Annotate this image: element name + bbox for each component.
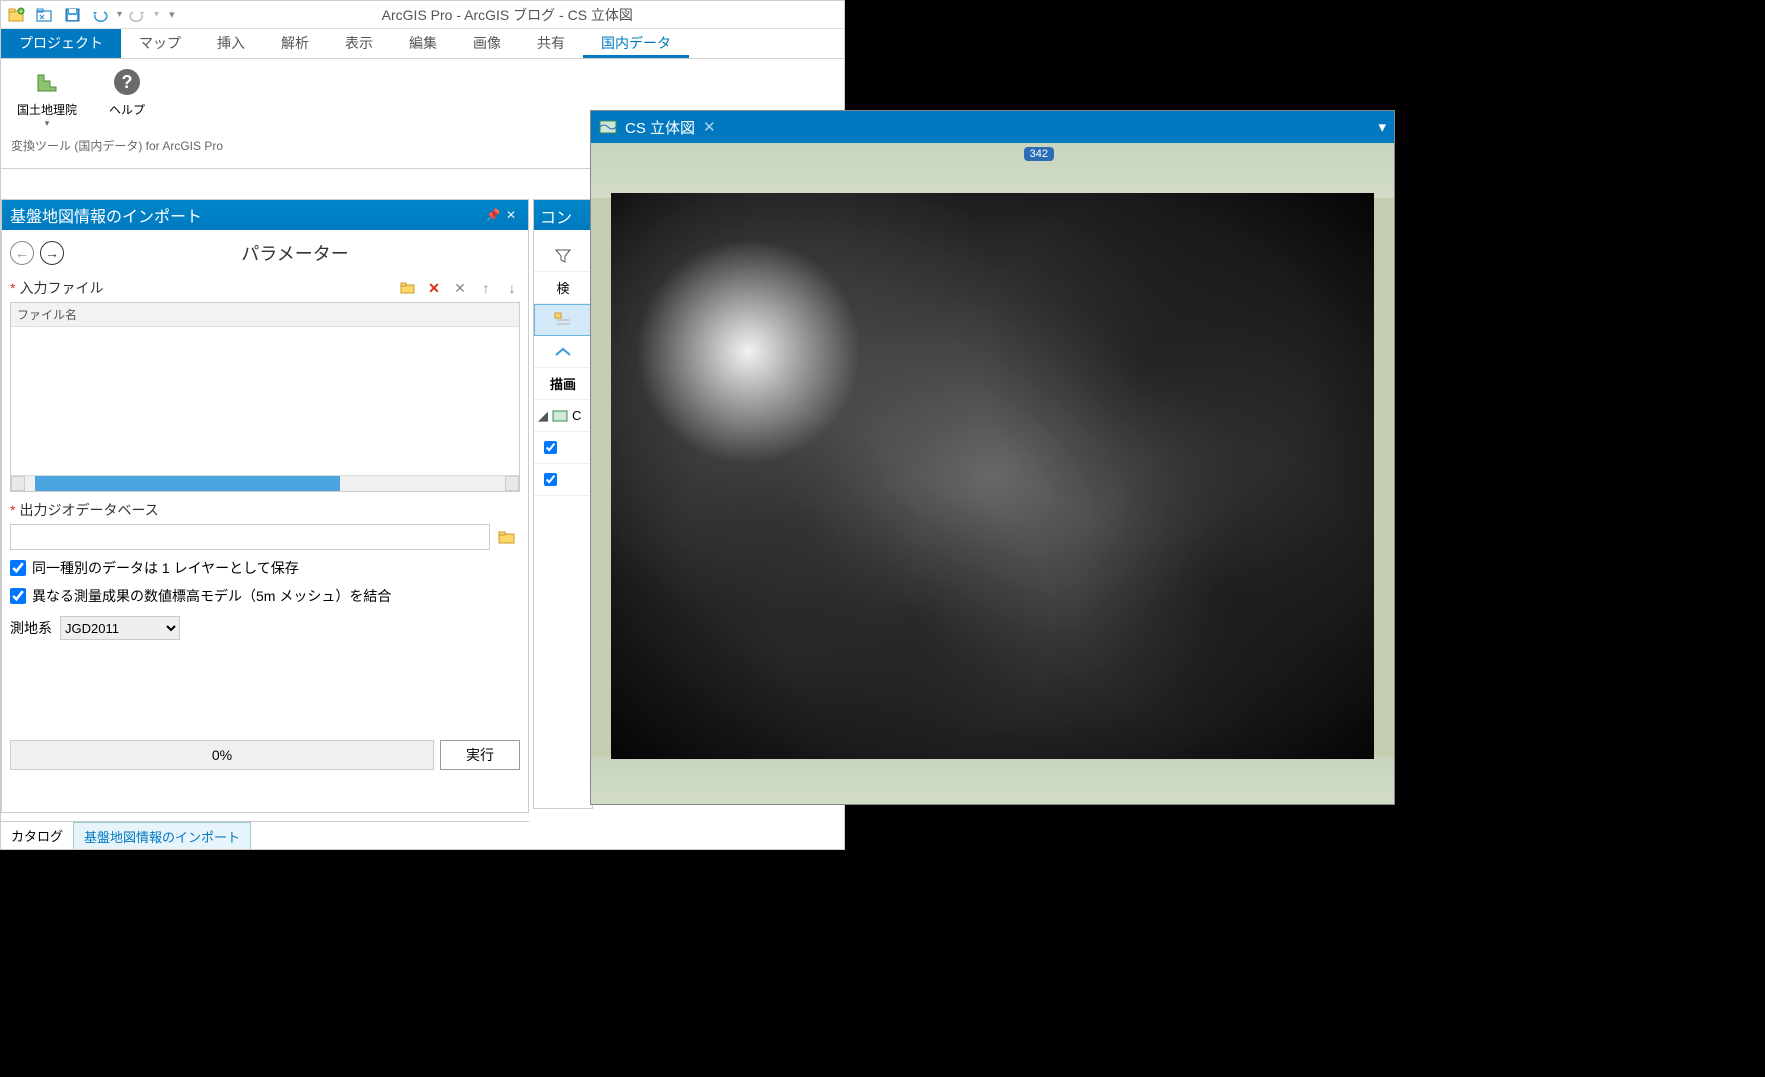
progress-bar: 0%	[10, 740, 434, 770]
input-file-list[interactable]: ファイル名	[10, 302, 520, 492]
output-gdb-label: 出力ジオデータベース	[19, 500, 158, 520]
scroll-right-icon[interactable]	[505, 476, 519, 491]
run-button[interactable]: 実行	[440, 740, 520, 770]
map-tab-close-icon[interactable]: ✕	[703, 118, 716, 136]
tool-panel-header: 基盤地図情報のインポート 📌 ✕	[2, 200, 528, 230]
clear-icon[interactable]: ✕	[452, 280, 468, 296]
required-marker: *	[10, 502, 15, 518]
contents-panel: コン 検 描画 ◢ C	[533, 199, 593, 809]
ribbon-tab-strip: プロジェクト マップ 挿入 解析 表示 編集 画像 共有 国内データ	[1, 29, 844, 59]
chk-merge-dem[interactable]	[10, 588, 26, 604]
gsi-button[interactable]: 国土地理院 ▾	[11, 63, 83, 131]
contents-panel-title: コン	[534, 200, 592, 230]
layer-group-row[interactable]: ◢ C	[534, 400, 592, 432]
map-view-window: CS 立体図 ✕ ▾ 342	[590, 110, 1395, 805]
redo-dropdown-icon[interactable]: ▾	[154, 9, 159, 20]
close-icon[interactable]: ✕	[502, 208, 520, 222]
help-icon: ?	[110, 65, 144, 99]
remove-icon[interactable]: ✕	[426, 280, 442, 296]
scroll-left-icon[interactable]	[11, 476, 25, 491]
tab-view[interactable]: 表示	[327, 29, 391, 58]
datum-label: 測地系	[10, 618, 52, 638]
window-title: ArcGIS Pro - ArcGIS ブログ - CS 立体図	[175, 5, 840, 25]
route-badge: 342	[1024, 147, 1054, 161]
help-button[interactable]: ? ヘルプ	[103, 63, 151, 120]
map-icon	[599, 119, 617, 135]
titlebar: + ▾ ▾ ▾ ArcGIS Pro - ArcGIS ブログ - CS 立体図	[1, 1, 844, 29]
parameters-heading: パラメーター	[70, 240, 520, 266]
tab-tool[interactable]: 基盤地図情報のインポート	[73, 822, 251, 849]
map-tab-strip: CS 立体図 ✕ ▾	[591, 111, 1394, 143]
filter-icon[interactable]	[534, 240, 592, 272]
help-label: ヘルプ	[109, 101, 145, 118]
collapse-icon[interactable]	[534, 336, 592, 368]
tab-insert[interactable]: 挿入	[199, 29, 263, 58]
tab-project[interactable]: プロジェクト	[1, 29, 121, 58]
datum-select[interactable]: JGD2011	[60, 616, 180, 640]
chevron-down-icon: ▾	[45, 118, 50, 129]
new-project-icon[interactable]: +	[5, 4, 29, 26]
quick-access-toolbar: + ▾ ▾ ▾	[5, 4, 175, 26]
tab-edit[interactable]: 編集	[391, 29, 455, 58]
chk-same-kind[interactable]	[10, 560, 26, 576]
search-text[interactable]: 検	[534, 272, 592, 304]
redo-icon[interactable]	[126, 4, 150, 26]
layer-group-label: C	[572, 408, 581, 423]
tool-panel: 基盤地図情報のインポート 📌 ✕ ← → パラメーター * 入力ファイル ✕ ✕…	[1, 199, 529, 813]
tab-domestic-data[interactable]: 国内データ	[583, 29, 689, 58]
move-up-icon[interactable]: ↑	[478, 280, 494, 296]
required-marker: *	[10, 280, 15, 296]
map-tab-title[interactable]: CS 立体図	[625, 117, 695, 138]
tab-analysis[interactable]: 解析	[263, 29, 327, 58]
undo-dropdown-icon[interactable]: ▾	[117, 9, 122, 20]
save-project-icon[interactable]	[61, 4, 85, 26]
open-project-icon[interactable]	[33, 4, 57, 26]
tab-catalog[interactable]: カタログ	[1, 822, 73, 849]
gsi-label: 国土地理院	[17, 101, 77, 118]
layer-checkbox-2[interactable]	[534, 464, 592, 496]
undo-icon[interactable]	[89, 4, 113, 26]
back-button[interactable]: ←	[10, 241, 34, 265]
terrain-raster	[611, 193, 1374, 759]
map-tab-dropdown-icon[interactable]: ▾	[1378, 118, 1386, 136]
gsi-icon	[30, 65, 64, 99]
list-by-drawing-order-icon[interactable]	[534, 304, 592, 336]
input-file-label: 入力ファイル	[19, 278, 103, 298]
move-down-icon[interactable]: ↓	[504, 280, 520, 296]
horizontal-scrollbar[interactable]	[11, 475, 519, 491]
chk-same-kind-label: 同一種別のデータは 1 レイヤーとして保存	[32, 558, 299, 578]
tab-share[interactable]: 共有	[519, 29, 583, 58]
browse-gdb-icon[interactable]	[494, 524, 520, 550]
output-gdb-input[interactable]	[10, 524, 490, 550]
svg-text:?: ?	[122, 72, 133, 92]
tab-imagery[interactable]: 画像	[455, 29, 519, 58]
browse-folder-icon[interactable]	[400, 280, 416, 296]
bottom-tab-strip: カタログ 基盤地図情報のインポート	[1, 821, 529, 849]
pin-icon[interactable]: 📌	[484, 208, 502, 222]
map-viewport[interactable]: 342	[591, 143, 1394, 804]
layer-checkbox-1[interactable]	[534, 432, 592, 464]
forward-button[interactable]: →	[40, 241, 64, 265]
filename-column-header: ファイル名	[11, 303, 519, 327]
tab-map[interactable]: マップ	[121, 29, 199, 58]
chk-merge-dem-label: 異なる測量成果の数値標高モデル（5m メッシュ）を結合	[32, 586, 391, 606]
drawing-order-label: 描画	[534, 368, 592, 400]
scrollbar-thumb[interactable]	[35, 476, 340, 491]
svg-text:+: +	[19, 10, 23, 16]
tool-panel-title: 基盤地図情報のインポート	[10, 203, 484, 227]
